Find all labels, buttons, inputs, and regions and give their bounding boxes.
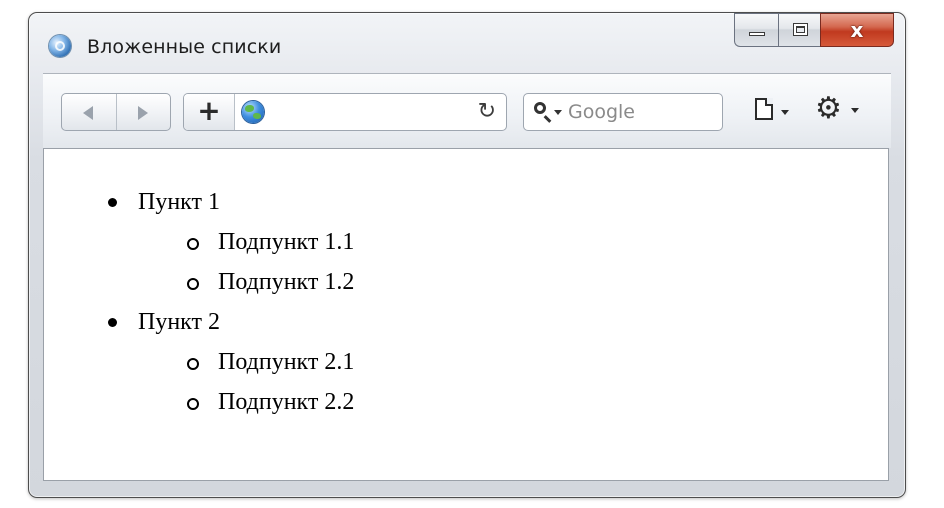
list-subitem-label: Подпункт 1.2 [218, 269, 355, 295]
list-subitem: Подпункт 1.1 [44, 222, 354, 262]
close-button[interactable]: x [820, 13, 894, 47]
list-subitem: Подпункт 2.1 [44, 342, 354, 382]
circle-bullet [187, 358, 199, 370]
address-bar[interactable]: + ↻ [183, 93, 507, 131]
list-item: Пункт 1 [44, 182, 354, 222]
maximize-icon [793, 23, 808, 36]
back-button[interactable] [62, 94, 116, 130]
reload-icon[interactable]: ↻ [478, 98, 496, 126]
page-menu-button[interactable] [755, 96, 799, 128]
app-globe-icon [49, 35, 71, 57]
forward-arrow-icon [137, 106, 148, 120]
search-field[interactable]: Google [523, 93, 723, 131]
add-bookmark-button[interactable]: + [184, 94, 235, 130]
gear-icon: ⚙ [815, 91, 842, 126]
site-globe-icon [242, 101, 264, 123]
chevron-down-icon [851, 108, 859, 113]
circle-bullet [187, 398, 199, 410]
minimize-button[interactable] [734, 13, 778, 47]
disc-bullet [108, 198, 117, 207]
page-icon [755, 98, 773, 120]
list-subitem: Подпункт 1.2 [44, 262, 354, 302]
forward-button[interactable] [115, 94, 171, 130]
chevron-down-icon [781, 110, 789, 115]
search-icon[interactable] [534, 102, 546, 114]
page-content: Пункт 1 Подпункт 1.1 Подпункт 1.2 Пункт … [43, 148, 889, 481]
back-arrow-icon [83, 106, 93, 120]
list-item-label: Пункт 1 [138, 189, 221, 215]
close-icon: x [850, 18, 864, 42]
minimize-icon [749, 32, 765, 36]
window-title: Вложенные списки [87, 36, 282, 58]
search-placeholder: Google [568, 101, 636, 123]
list-item-label: Пункт 2 [138, 309, 221, 335]
circle-bullet [187, 278, 199, 290]
search-engine-dropdown-icon[interactable] [554, 110, 562, 115]
list-subitem-label: Подпункт 2.1 [218, 349, 355, 375]
list-subitem-label: Подпункт 2.2 [218, 389, 355, 415]
navigation-toolbar: + ↻ Google ⚙ [43, 73, 891, 148]
nested-list: Пункт 1 Подпункт 1.1 Подпункт 1.2 Пункт … [44, 182, 354, 422]
circle-bullet [187, 238, 199, 250]
disc-bullet [108, 318, 117, 327]
title-bar[interactable]: Вложенные списки x [29, 13, 905, 71]
caption-buttons: x [734, 13, 894, 47]
list-subitem-label: Подпункт 1.1 [218, 229, 355, 255]
list-item: Пункт 2 [44, 302, 354, 342]
list-subitem: Подпункт 2.2 [44, 382, 354, 422]
browser-window: Вложенные списки x + ↻ Google ⚙ Пункт 1 … [28, 12, 906, 498]
maximize-button[interactable] [778, 13, 820, 47]
back-forward-group [61, 93, 171, 131]
tools-menu-button[interactable]: ⚙ [815, 94, 865, 128]
